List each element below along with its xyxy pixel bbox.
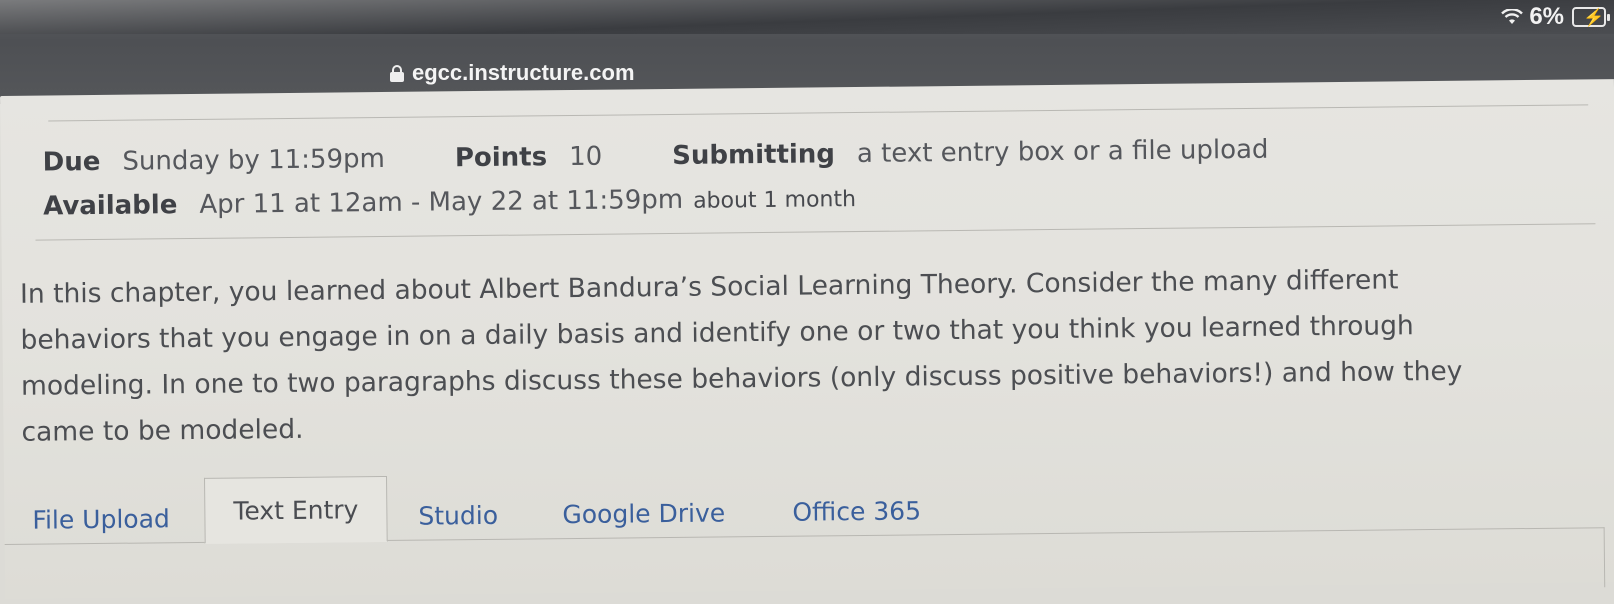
available-value: Apr 11 at 12am - May 22 at 11:59pm	[199, 184, 684, 220]
available-duration: about 1 month	[692, 187, 857, 214]
assignment-description: In this chapter, you learned about Alber…	[20, 255, 1582, 455]
available-label: Available	[43, 190, 178, 222]
points-value: 10	[568, 141, 603, 173]
wifi-icon	[1501, 9, 1524, 25]
url-text: egcc.instructure.com	[412, 60, 635, 85]
divider	[48, 104, 1589, 122]
tab-google-drive[interactable]: Google Drive	[562, 486, 725, 540]
submitting-value: a text entry box or a file upload	[856, 134, 1269, 170]
battery-charging-icon: ⚡	[1572, 7, 1610, 27]
assignment-details: Due Sunday by 11:59pm Points 10 Submitti…	[43, 133, 1444, 236]
submission-tabs: File Upload Text Entry Studio Google Dri…	[4, 463, 1614, 604]
due-value: Sunday by 11:59pm	[122, 143, 386, 177]
status-bar: 6% ⚡	[1501, 2, 1610, 32]
due-label: Due	[42, 146, 101, 178]
assignment-page: Due Sunday by 11:59pm Points 10 Submitti…	[0, 79, 1614, 604]
points-label: Points	[454, 142, 548, 174]
submitting-label: Submitting	[672, 139, 836, 171]
tab-file-upload[interactable]: File Upload	[32, 492, 170, 545]
lock-icon	[390, 64, 404, 82]
tab-studio[interactable]: Studio	[418, 489, 498, 542]
tab-office-365[interactable]: Office 365	[792, 484, 921, 537]
tab-text-entry[interactable]: Text Entry	[204, 475, 388, 544]
address-bar[interactable]: egcc.instructure.com	[390, 58, 635, 88]
device-bezel	[0, 0, 1614, 34]
battery-percent: 6%	[1529, 3, 1564, 30]
